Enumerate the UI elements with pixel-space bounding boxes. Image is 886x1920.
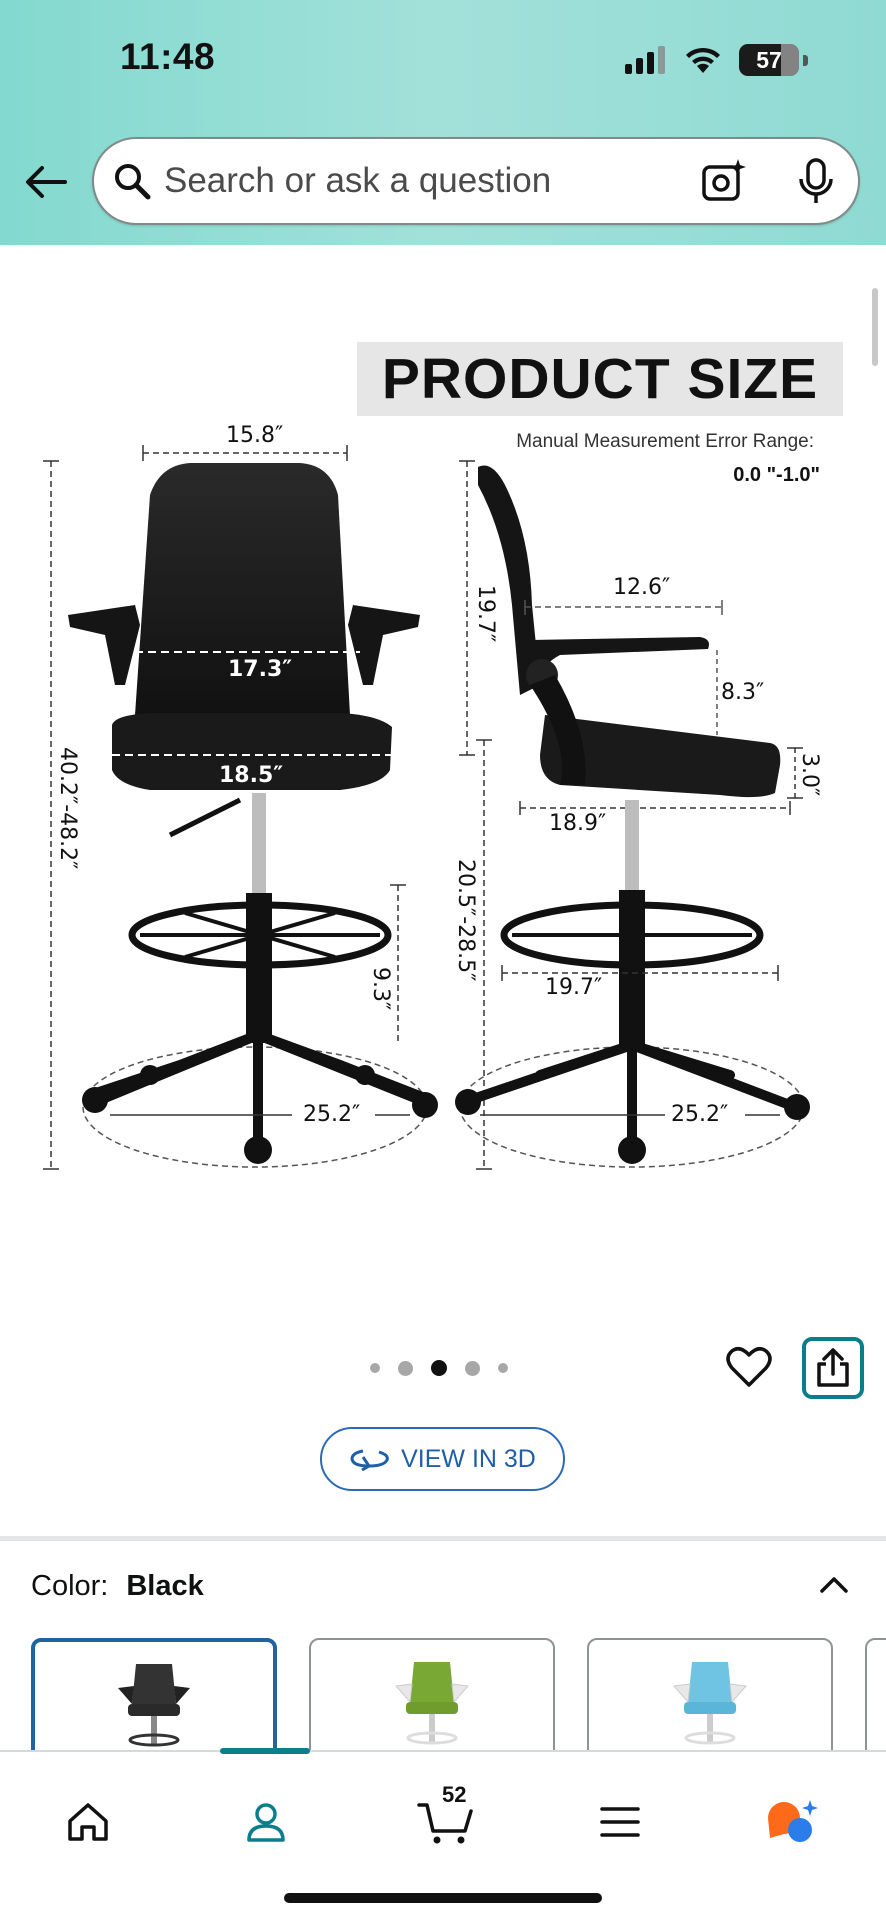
nav-menu[interactable] bbox=[590, 1792, 650, 1852]
cart-count: 52 bbox=[442, 1782, 467, 1807]
rotate-3d-icon bbox=[350, 1449, 389, 1471]
search-icon bbox=[112, 161, 152, 201]
share-icon bbox=[817, 1348, 849, 1387]
color-swatch-black[interactable] bbox=[31, 1638, 277, 1758]
share-button[interactable] bbox=[802, 1337, 864, 1399]
section-divider bbox=[0, 1536, 886, 1541]
dim-base-front: 25.2″ bbox=[303, 1102, 361, 1127]
color-value: Black bbox=[126, 1570, 204, 1602]
dim-back-width: 15.8″ bbox=[226, 423, 284, 448]
product-image[interactable]: PRODUCT SIZE Manual Measurement Error Ra… bbox=[0, 245, 886, 1245]
view-in-3d-button[interactable]: VIEW IN 3D bbox=[320, 1427, 565, 1491]
battery-cap bbox=[803, 54, 808, 66]
product-size-heading: PRODUCT SIZE bbox=[357, 342, 843, 416]
dim-footrest-diameter: 19.7″ bbox=[545, 975, 603, 1000]
back-button[interactable] bbox=[24, 160, 68, 204]
camera-sparkle-icon bbox=[702, 159, 746, 201]
carousel-dot-active[interactable] bbox=[431, 1360, 447, 1376]
dim-armrest-depth: 12.6″ bbox=[613, 575, 671, 600]
search-input[interactable] bbox=[164, 161, 664, 201]
battery-icon: 57 bbox=[739, 44, 799, 76]
nav-active-indicator bbox=[220, 1748, 310, 1754]
carousel-dot[interactable] bbox=[498, 1363, 508, 1373]
ai-assistant-icon bbox=[768, 1800, 818, 1842]
arrow-left-icon bbox=[26, 166, 67, 198]
wishlist-button[interactable] bbox=[724, 1342, 774, 1392]
header: 11:48 57 bbox=[0, 0, 886, 245]
dim-footrest-height: 9.3″ bbox=[368, 967, 393, 1011]
hamburger-menu-icon bbox=[600, 1807, 640, 1837]
nav-account[interactable] bbox=[236, 1792, 296, 1852]
battery-level: 57 bbox=[756, 46, 782, 73]
status-icons: 57 bbox=[625, 44, 808, 76]
dim-back-height: 19.7″ bbox=[473, 585, 498, 643]
status-time: 11:48 bbox=[120, 36, 216, 77]
camera-search-button[interactable] bbox=[700, 157, 748, 210]
view-in-3d-label: VIEW IN 3D bbox=[401, 1444, 536, 1473]
user-icon bbox=[247, 1803, 285, 1842]
wifi-icon bbox=[686, 47, 720, 73]
heart-icon bbox=[726, 1347, 772, 1387]
chair-thumbnail-green bbox=[395, 1662, 469, 1745]
color-swatch-blue[interactable] bbox=[587, 1638, 833, 1758]
dim-base-side: 25.2″ bbox=[671, 1102, 729, 1127]
color-swatch-more[interactable] bbox=[865, 1638, 886, 1758]
nav-rufus-assistant[interactable] bbox=[762, 1792, 822, 1852]
carousel-dot[interactable] bbox=[465, 1360, 480, 1376]
collapse-color-button[interactable] bbox=[814, 1565, 854, 1605]
chair-thumbnail-black bbox=[118, 1664, 190, 1747]
chair-thumbnail-blue bbox=[673, 1662, 747, 1745]
color-label: Color: bbox=[31, 1570, 109, 1602]
nav-home[interactable] bbox=[58, 1792, 118, 1852]
dim-total-height: 40.2″-48.2″ bbox=[55, 747, 80, 870]
error-range-value: 0.0 "-1.0" bbox=[733, 464, 820, 486]
dim-seat-width: 18.5″ bbox=[219, 763, 284, 788]
chevron-up-icon bbox=[820, 1577, 848, 1593]
dim-seat-height: 20.5″-28.5″ bbox=[453, 859, 478, 982]
color-selector-header: Color: Black bbox=[31, 1570, 204, 1603]
cellular-signal-icon bbox=[625, 46, 665, 74]
dim-seat-thickness: 3.0″ bbox=[797, 753, 822, 797]
dim-seat-back-width: 17.3″ bbox=[228, 657, 293, 682]
carousel-dots bbox=[370, 1360, 508, 1376]
search-bar[interactable] bbox=[92, 137, 860, 225]
carousel-dot[interactable] bbox=[398, 1360, 413, 1376]
voice-search-button[interactable] bbox=[796, 157, 836, 212]
dim-armrest-height: 8.3″ bbox=[721, 680, 765, 705]
nav-cart[interactable]: 52 bbox=[412, 1782, 480, 1852]
color-swatch-green[interactable] bbox=[309, 1638, 555, 1758]
home-indicator bbox=[284, 1893, 602, 1903]
dim-seat-depth: 18.9″ bbox=[549, 811, 607, 836]
error-range-label: Manual Measurement Error Range: bbox=[516, 431, 814, 452]
home-icon bbox=[68, 1803, 108, 1841]
carousel-dot[interactable] bbox=[370, 1363, 380, 1373]
microphone-icon bbox=[799, 158, 833, 203]
